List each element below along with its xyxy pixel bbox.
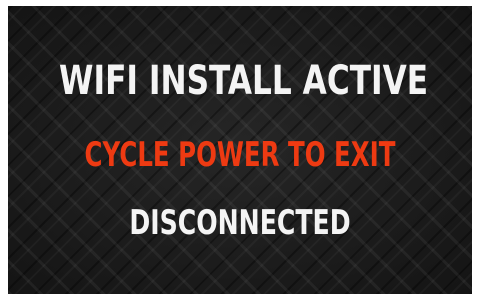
cycle-power-warning: CYCLE POWER TO EXIT	[84, 135, 396, 175]
wifi-install-active-title: WIFI INSTALL ACTIVE	[59, 58, 429, 104]
connection-status: DISCONNECTED	[129, 203, 351, 243]
wifi-install-screen: WIFI INSTALL ACTIVE CYCLE POWER TO EXIT …	[8, 6, 472, 294]
